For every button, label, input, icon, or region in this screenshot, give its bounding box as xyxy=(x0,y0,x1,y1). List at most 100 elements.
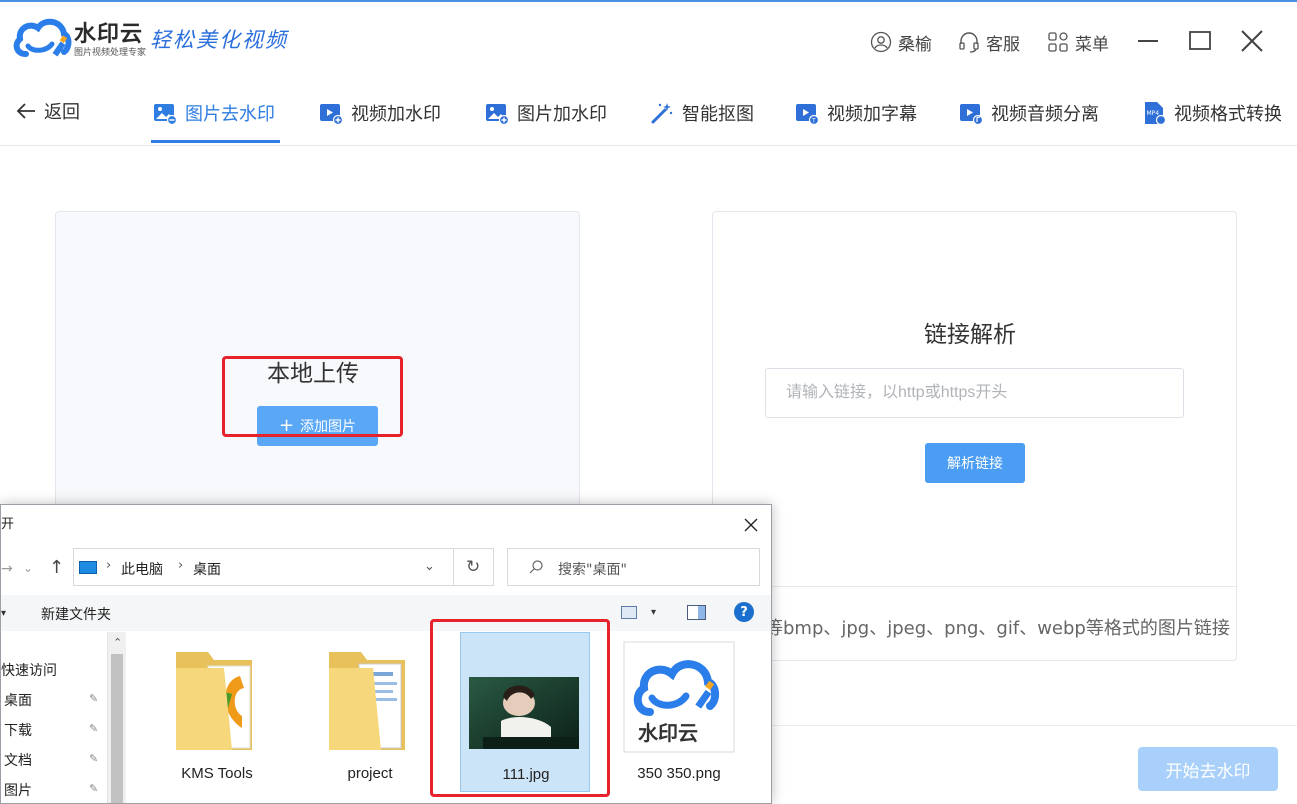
svg-text:MP4: MP4 xyxy=(1147,110,1160,117)
new-folder-button[interactable]: 新建文件夹 xyxy=(41,604,111,624)
breadcrumb-desktop[interactable]: 桌面 xyxy=(193,559,221,579)
tab-smart-cutout[interactable]: 智能抠图 xyxy=(650,98,754,128)
close-icon xyxy=(1241,30,1263,52)
tab-video-format-convert[interactable]: MP4 视频格式转换 xyxy=(1142,98,1281,128)
view-dropdown-icon[interactable]: ▾ xyxy=(651,607,656,618)
scroll-up-arrow-icon[interactable]: ⌃ xyxy=(113,636,122,649)
tab-label: 智能抠图 xyxy=(682,104,754,125)
customer-service-button[interactable]: 客服 xyxy=(958,28,1020,56)
function-nav: 返回 图片去水印 视频加水印 图片加水印 智能抠图 T 视频加字幕 视频音频分离… xyxy=(0,78,1297,146)
grid-menu-icon xyxy=(1048,32,1068,52)
dialog-toolbar: ▾ 新建文件夹 ▾ ? xyxy=(1,595,771,631)
title-bar: 水印云 图片视频处理专家 轻松美化视频 桑榆 客服 菜单 xyxy=(0,0,1297,78)
preview-pane-icon[interactable] xyxy=(687,605,706,620)
file-open-dialog: 开 → ⌄ ↑ › 此电脑 › 桌面 ⌄ ↻ 搜索"桌面" ▾ 新建文件夹 ▾ … xyxy=(0,504,772,804)
tree-item-desktop[interactable]: 桌面 xyxy=(4,690,32,710)
chevron-right-icon: › xyxy=(106,558,112,573)
file-name: KMS Tools xyxy=(181,765,253,782)
active-tab-indicator xyxy=(151,140,280,143)
navigation-tree: 快速访问 桌面 ✎ 下载 ✎ 文档 ✎ 图片 ✎ xyxy=(1,632,107,803)
tree-scrollbar[interactable]: ⌃ xyxy=(107,632,126,803)
start-remove-watermark-button[interactable]: 开始去水印 xyxy=(1138,747,1278,791)
divider xyxy=(453,549,454,585)
close-button[interactable] xyxy=(1237,26,1267,56)
refresh-button[interactable]: ↻ xyxy=(466,557,480,577)
chevron-down-icon[interactable]: ⌄ xyxy=(424,559,435,574)
back-label: 返回 xyxy=(44,102,80,123)
tab-label: 视频加字幕 xyxy=(827,104,917,125)
close-icon xyxy=(744,518,758,532)
pin-icon: ✎ xyxy=(89,752,99,765)
app-logo-icon xyxy=(13,18,72,57)
headset-icon xyxy=(959,32,979,53)
parse-link-button[interactable]: 解析链接 xyxy=(925,443,1025,483)
tab-label: 视频格式转换 xyxy=(1174,104,1281,125)
tab-label: 视频加水印 xyxy=(351,104,441,125)
dialog-close-button[interactable] xyxy=(739,513,763,537)
user-account-button[interactable]: 桑榆 xyxy=(870,28,932,56)
help-icon[interactable]: ? xyxy=(734,602,754,622)
tab-video-add-watermark[interactable]: 视频加水印 xyxy=(319,98,441,128)
organize-dropdown-icon[interactable]: ▾ xyxy=(1,608,6,619)
svg-text:T: T xyxy=(811,118,816,125)
view-options-icon[interactable] xyxy=(621,606,637,619)
annotation-highlight-box xyxy=(430,619,610,797)
video-audio-icon xyxy=(960,104,983,125)
menu-label: 菜单 xyxy=(1075,34,1109,55)
address-bar[interactable]: › 此电脑 › 桌面 ⌄ ↻ xyxy=(73,548,494,586)
folder-icon xyxy=(329,652,405,750)
brand-name: 水印云 xyxy=(74,22,144,47)
back-button[interactable]: 返回 xyxy=(16,98,80,124)
file-item-project[interactable]: project xyxy=(305,632,435,792)
image-remove-icon xyxy=(154,104,177,125)
tree-item-pictures[interactable]: 图片 xyxy=(4,780,32,800)
tree-item-quick-access[interactable]: 快速访问 xyxy=(1,660,57,680)
divider xyxy=(713,586,1236,587)
supported-formats-note: 等bmp、jpg、jpeg、png、gif、webp等格式的图片链接 xyxy=(765,618,1230,639)
brand-subtitle: 图片视频处理专家 xyxy=(74,48,147,58)
magic-wand-icon xyxy=(651,103,673,124)
pin-icon: ✎ xyxy=(89,722,99,735)
scrollbar-thumb[interactable] xyxy=(111,654,123,803)
tree-item-documents[interactable]: 文档 xyxy=(4,750,32,770)
forward-button[interactable]: → xyxy=(1,561,13,577)
chevron-right-icon: › xyxy=(178,558,184,573)
file-item-350-png[interactable]: 水印云 350 350.png xyxy=(614,632,744,792)
annotation-highlight-box xyxy=(222,356,403,437)
tree-item-downloads[interactable]: 下载 xyxy=(4,720,32,740)
tab-image-add-watermark[interactable]: 图片加水印 xyxy=(485,98,607,128)
dialog-title: 开 xyxy=(1,517,15,532)
maximize-icon xyxy=(1189,31,1211,50)
search-placeholder: 搜索"桌面" xyxy=(558,562,627,578)
tab-label: 视频音频分离 xyxy=(991,104,1099,125)
search-icon xyxy=(529,560,543,574)
brand-slogan: 轻松美化视频 xyxy=(150,28,288,52)
video-subtitle-icon: T xyxy=(796,104,819,125)
maximize-button[interactable] xyxy=(1185,26,1215,56)
user-icon xyxy=(870,31,892,53)
video-add-icon xyxy=(320,104,343,125)
menu-button[interactable]: 菜单 xyxy=(1047,28,1109,56)
tab-video-subtitle[interactable]: T 视频加字幕 xyxy=(795,98,917,128)
pin-icon: ✎ xyxy=(89,782,99,795)
computer-icon xyxy=(79,561,97,574)
link-input[interactable] xyxy=(765,368,1184,418)
folder-icon xyxy=(176,652,252,750)
image-add-icon xyxy=(486,104,509,125)
link-parse-panel xyxy=(712,211,1237,661)
arrow-left-icon xyxy=(16,103,35,119)
mp4-icon: MP4 xyxy=(1145,102,1166,125)
watermark-cloud-logo-icon: 水印云 xyxy=(623,641,735,753)
search-input[interactable]: 搜索"桌面" xyxy=(507,548,760,586)
minimize-button[interactable] xyxy=(1133,26,1163,56)
tab-video-audio-split[interactable]: 视频音频分离 xyxy=(959,98,1099,128)
file-item-kms-tools[interactable]: KMS Tools xyxy=(152,632,282,792)
file-name: project xyxy=(347,765,393,782)
tab-label: 图片去水印 xyxy=(185,104,275,125)
recent-locations-chevron-icon[interactable]: ⌄ xyxy=(23,561,33,575)
breadcrumb-this-pc[interactable]: 此电脑 xyxy=(121,559,163,579)
tab-image-remove-watermark[interactable]: 图片去水印 xyxy=(153,98,275,128)
svg-text:水印云: 水印云 xyxy=(638,721,698,745)
up-folder-button[interactable]: ↑ xyxy=(49,557,64,578)
service-label: 客服 xyxy=(986,34,1020,55)
